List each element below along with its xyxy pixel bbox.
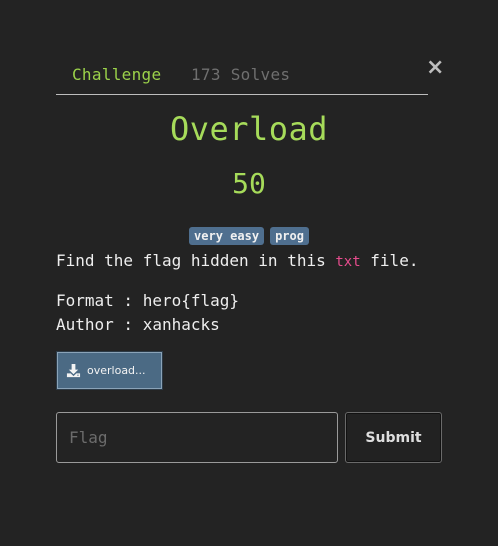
challenge-description: Find the flag hidden in this txt file. xyxy=(56,249,418,274)
flag-input[interactable] xyxy=(56,412,338,463)
download-icon xyxy=(66,363,81,378)
tab-challenge[interactable]: Challenge xyxy=(72,65,161,84)
challenge-tags: very easy prog xyxy=(0,227,498,245)
challenge-modal: Challenge 173 Solves × Overload 50 very … xyxy=(0,0,498,546)
description-text-end: file. xyxy=(360,251,419,270)
tag-badge: prog xyxy=(270,227,309,245)
format-line: Format : hero{flag} xyxy=(56,291,240,310)
challenge-points: 50 xyxy=(232,167,266,200)
author-line: Author : xanhacks xyxy=(56,315,220,334)
submit-button[interactable]: Submit xyxy=(345,412,442,463)
description-text: Find the flag hidden in this xyxy=(56,251,336,270)
file-download-label: overload... xyxy=(87,364,146,377)
challenge-title: Overload xyxy=(169,110,329,148)
description-code: txt xyxy=(335,254,361,270)
tab-solves[interactable]: 173 Solves xyxy=(191,65,290,84)
file-download-button[interactable]: overload... xyxy=(57,352,162,389)
challenge-tabs: Challenge 173 Solves xyxy=(56,58,428,95)
close-icon[interactable]: × xyxy=(426,57,444,79)
challenge-meta: Format : hero{flag} Author : xanhacks xyxy=(56,289,239,337)
tag-badge: very easy xyxy=(189,227,265,245)
